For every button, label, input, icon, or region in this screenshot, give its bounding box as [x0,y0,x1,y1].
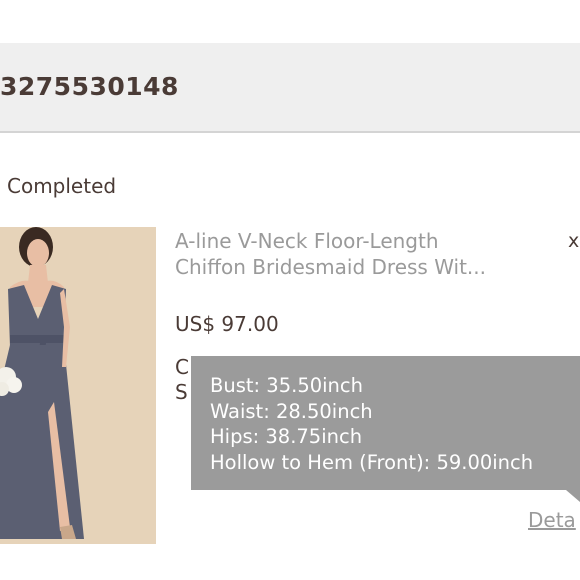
product-title-line-2: Chiffon Bridesmaid Dress Wit... [175,255,487,279]
product-image[interactable] [0,227,156,544]
product-attributes: C S [175,355,189,405]
tooltip-bust: Bust: 35.50inch [210,374,363,397]
order-number: 3275530148 [0,72,179,101]
details-link[interactable]: Deta [528,508,576,532]
tooltip-hips: Hips: 38.75inch [210,425,363,448]
product-price: US$ 97.00 [175,312,279,336]
tooltip-hollow-to-hem: Hollow to Hem (Front): 59.00inch [210,450,534,474]
product-title[interactable]: A-line V-Neck Floor-Length Chiffon Bride… [175,228,555,280]
order-status: Completed [7,174,117,198]
product-title-line-1: A-line V-Neck Floor-Length [175,229,439,253]
tooltip-pointer [566,490,580,502]
tooltip-waist: Waist: 28.50inch [210,399,373,423]
remove-item-button[interactable]: x [568,230,579,252]
bridesmaid-dress-photo [0,227,156,544]
product-attribute-1: C [175,355,189,379]
product-attribute-2: S [175,380,188,404]
size-measurements-tooltip: Bust: 35.50inch Waist: 28.50inch Hips: 3… [191,356,580,490]
